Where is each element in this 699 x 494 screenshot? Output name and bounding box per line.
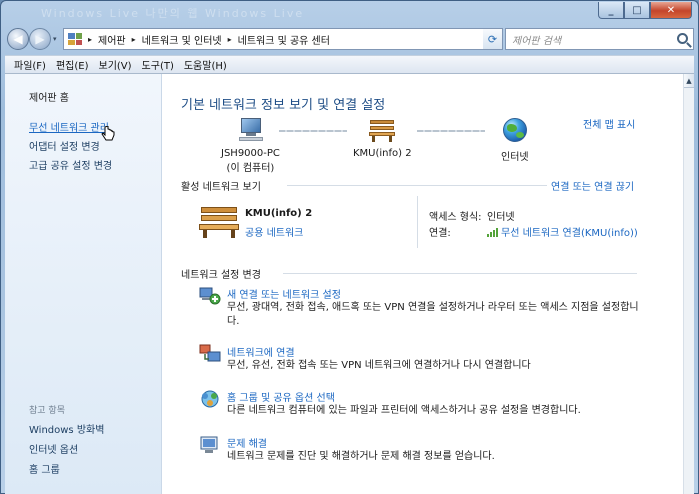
search-icon[interactable] [677,33,688,44]
control-panel-icon [68,33,82,45]
active-networks-heading: 활성 네트워크 보기 [181,182,261,193]
address-bar[interactable]: ▸ 제어판 ▸ 네트워크 및 인터넷 ▸ 네트워크 및 공유 센터 ▾ [63,28,501,50]
map-internet-node[interactable]: 인터넷 [501,118,529,163]
computer-name: JSH9000-PC [221,148,280,159]
scroll-up-arrow-icon[interactable]: ▲ [684,74,694,88]
network-location-link[interactable]: 공용 네트워크 [245,224,303,239]
window-frame: Windows Live 나만의 웹 Windows Live _ □ ✕ ◀ … [0,0,699,494]
forward-button[interactable]: ▶ [29,28,51,50]
breadcrumb-control-panel[interactable]: 제어판 [98,32,126,47]
new-connection-icon [199,287,221,305]
close-button[interactable]: ✕ [650,2,692,19]
section-divider [287,185,547,186]
refresh-button[interactable]: ⟳ [483,28,503,50]
menu-file[interactable]: 파일(F) [9,57,51,72]
change-adapter-settings-link[interactable]: 어댑터 설정 변경 [29,138,100,153]
map-connector-line [279,130,347,132]
breadcrumb-separator-icon[interactable]: ▸ [132,35,136,44]
homegroup-link[interactable]: 홈 그룹 [29,461,60,476]
hand-cursor-icon [101,126,115,141]
vertical-divider [417,196,418,248]
breadcrumb-network-sharing-center[interactable]: 네트워크 및 공유 센터 [238,32,330,47]
map-network-name: KMU(info) 2 [353,148,412,159]
wireless-connection-link[interactable]: 무선 네트워크 연결(KMU(info)) [487,224,638,239]
search-placeholder: 제어판 검색 [512,35,562,47]
map-computer-node[interactable]: JSH9000-PC (이 컴퓨터) [221,118,280,174]
windows-firewall-link[interactable]: Windows 방화벽 [29,421,104,436]
task-new-connection-description: 무선, 광대역, 전화 접속, 애드혹 또는 VPN 연결을 설정하거나 라우터… [227,302,639,327]
internet-options-link[interactable]: 인터넷 옵션 [29,441,78,456]
section-divider [283,273,637,274]
task-connect-network-description: 무선, 유선, 전화 접속 또는 VPN 네트워크에 연결하거나 다시 연결합니… [227,360,531,371]
menu-edit[interactable]: 편집(E) [51,57,94,72]
internet-globe-icon [502,118,527,142]
window-controls: _ □ ✕ [598,2,692,19]
homegroup-icon [201,390,219,408]
wireless-connection-text: 무선 네트워크 연결(KMU(info)) [501,228,638,239]
control-panel-home-link[interactable]: 제어판 홈 [29,89,69,104]
task-troubleshoot-link[interactable]: 문제 해결 [227,435,267,450]
connect-or-disconnect-link[interactable]: 연결 또는 연결 끊기 [551,178,634,193]
advanced-sharing-settings-link[interactable]: 고급 공유 설정 변경 [29,157,112,172]
change-settings-heading: 네트워크 설정 변경 [181,270,261,281]
menu-bar: 파일(F) 편집(E) 보기(V) 도구(T) 도움말(H) [5,55,694,73]
title-bar[interactable]: Windows Live 나만의 웹 Windows Live _ □ ✕ [1,1,698,23]
task-pane: 제어판 홈 무선 네트워크 관리 어댑터 설정 변경 고급 공유 설정 변경 참… [5,74,162,494]
breadcrumb-separator-icon[interactable]: ▸ [88,35,92,44]
maximize-button[interactable]: □ [624,2,650,19]
see-also-heading: 참고 항목 [29,406,65,416]
search-input[interactable]: 제어판 검색 [505,28,694,50]
public-network-bench-icon [369,118,396,142]
wireless-signal-icon [487,228,499,237]
public-network-icon [199,204,239,238]
page-title: 기본 네트워크 정보 보기 및 연결 설정 [181,98,386,113]
back-button[interactable]: ◀ [7,28,29,50]
content-area: 제어판 홈 무선 네트워크 관리 어댑터 설정 변경 고급 공유 설정 변경 참… [5,73,694,494]
troubleshoot-icon [200,436,218,453]
title-bar-ghost-text: Windows Live 나만의 웹 Windows Live [41,7,305,20]
menu-help[interactable]: 도움말(H) [179,57,232,72]
active-network-name: KMU(info) 2 [245,208,313,219]
map-network-node[interactable]: KMU(info) 2 [353,118,412,159]
connections-label: 연결: [429,228,451,239]
recent-pages-dropdown-icon[interactable]: ▾ [53,35,57,43]
task-homegroup-link[interactable]: 홈 그룹 및 공유 옵션 선택 [227,389,335,404]
computer-icon [237,118,264,142]
task-troubleshoot-description: 네트워크 문제를 진단 및 해결하거나 문제 해결 정보를 얻습니다. [227,451,495,462]
vertical-scrollbar[interactable]: ▲ [683,74,694,494]
menu-tools[interactable]: 도구(T) [137,57,179,72]
task-new-connection-link[interactable]: 새 연결 또는 네트워크 설정 [227,286,341,301]
map-connector-line [417,130,485,132]
manage-wireless-networks-link[interactable]: 무선 네트워크 관리 [29,119,109,134]
navigation-bar: ◀ ▶ ▾ ▸ 제어판 ▸ 네트워크 및 인터넷 ▸ 네트워크 및 공유 센터 … [5,27,694,51]
main-panel: 기본 네트워크 정보 보기 및 연결 설정 전체 맵 표시 JSH9000-PC… [163,74,683,494]
menu-view[interactable]: 보기(V) [94,57,137,72]
access-type-label: 액세스 형식: [429,212,482,223]
task-homegroup-description: 다른 네트워크 컴퓨터에 있는 파일과 프린터에 액세스하거나 공유 설정을 변… [227,405,581,416]
connect-to-network-icon [199,344,221,362]
see-full-map-link[interactable]: 전체 맵 표시 [583,116,635,131]
breadcrumb-network-internet[interactable]: 네트워크 및 인터넷 [142,32,222,47]
task-connect-network-link[interactable]: 네트워크에 연결 [227,344,295,359]
internet-label: 인터넷 [501,152,529,163]
access-type-value: 인터넷 [487,212,515,223]
computer-subtitle: (이 컴퓨터) [226,163,275,174]
breadcrumb-separator-icon[interactable]: ▸ [228,35,232,44]
minimize-button[interactable]: _ [598,2,624,19]
